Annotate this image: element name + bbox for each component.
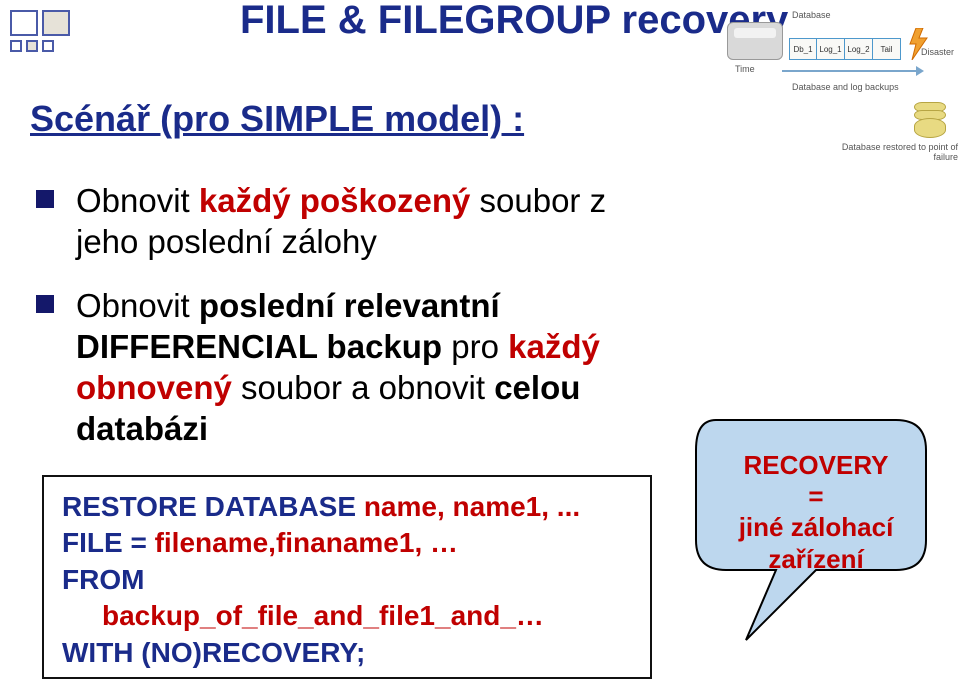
- backup-diagram: Database Db_1 Log_1 Log_2 Tail Time Disa…: [727, 22, 952, 60]
- bullet-text: soubor a obnovit: [232, 369, 494, 406]
- decorative-squares: [10, 10, 70, 52]
- code-box: RESTORE DATABASE name, name1, ... FILE =…: [42, 475, 652, 679]
- backup-segments: Db_1 Log_1 Log_2 Tail: [789, 38, 901, 60]
- code-line: FROM: [62, 562, 632, 598]
- diagram-label-time: Time: [735, 64, 755, 74]
- bullet-list: Obnovit každý poškozený soubor z jeho po…: [36, 180, 656, 472]
- code-line: backup_of_file_and_file1_and_…: [102, 598, 632, 634]
- segment: Log_2: [845, 38, 873, 60]
- segment: Log_1: [817, 38, 845, 60]
- diagram-label-disaster: Disaster: [921, 47, 954, 57]
- server-icon: [727, 22, 783, 60]
- time-arrow-icon: [782, 70, 922, 72]
- bubble-text: RECOVERY = jiné zálohací zařízení: [718, 450, 914, 575]
- segment: Tail: [873, 38, 901, 60]
- segment: Db_1: [789, 38, 817, 60]
- bullet-text: pro: [442, 328, 508, 365]
- bullet-text: Obnovit: [76, 182, 199, 219]
- diagram-label-restore: Database restored to point of failure: [838, 142, 958, 162]
- code-line: WITH (NO)RECOVERY;: [62, 635, 632, 671]
- code-line: FILE = filename,finaname1, …: [62, 525, 632, 561]
- code-line: RESTORE DATABASE name, name1, ...: [62, 489, 632, 525]
- slide-title: FILE & FILEGROUP recovery: [240, 0, 788, 43]
- subtitle: Scénář (pro SIMPLE model) :: [30, 98, 524, 140]
- diagram-label-database: Database: [792, 10, 831, 20]
- bullet-emphasis: každý poškozený: [199, 182, 470, 219]
- speech-bubble: RECOVERY = jiné zálohací zařízení: [686, 410, 936, 650]
- bullet-item: Obnovit poslední relevantní DIFFERENCIAL…: [36, 285, 656, 450]
- bullet-text: Obnovit: [76, 287, 199, 324]
- diagram-label-backups: Database and log backups: [792, 82, 899, 92]
- bullet-item: Obnovit každý poškozený soubor z jeho po…: [36, 180, 656, 263]
- database-cylinder-icon: [914, 102, 946, 136]
